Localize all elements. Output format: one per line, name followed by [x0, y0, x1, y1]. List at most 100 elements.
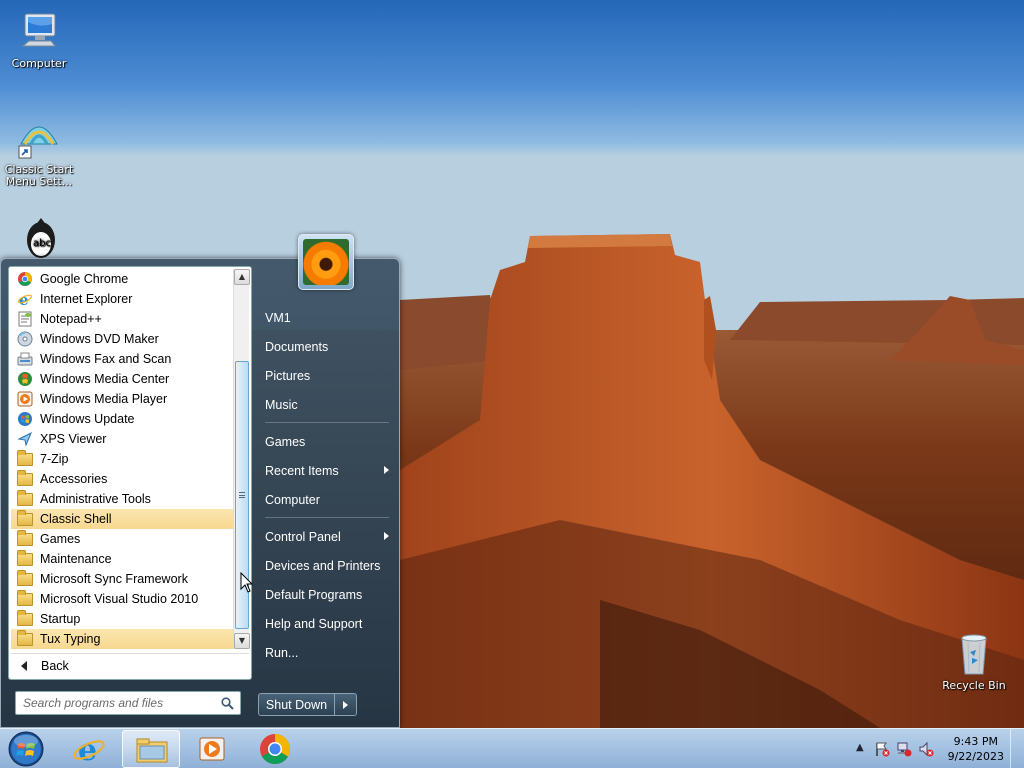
shutdown-options-button[interactable]	[335, 693, 357, 716]
start-link-label: Run...	[265, 645, 299, 660]
start-link-games[interactable]: Games	[257, 427, 397, 456]
taskbar-internet-explorer[interactable]: e	[60, 730, 118, 768]
program-label: Internet Explorer	[40, 292, 133, 306]
search-placeholder: Search programs and files	[23, 696, 164, 710]
start-link-vm1[interactable]: VM1	[257, 303, 397, 332]
start-link-devices-and-printers[interactable]: Devices and Printers	[257, 551, 397, 580]
program-item-xps-viewer[interactable]: XPS Viewer	[11, 429, 235, 449]
start-link-recent-items[interactable]: Recent Items	[257, 456, 397, 485]
desktop-icon-recycle-bin[interactable]: Recycle Bin	[936, 630, 1012, 692]
program-item-administrative-tools[interactable]: Administrative Tools	[11, 489, 235, 509]
program-item-games[interactable]: Games	[11, 529, 235, 549]
desktop-icon-tux-typing[interactable]: abc	[1, 214, 77, 264]
recycle-bin-icon	[950, 630, 998, 678]
network-icon[interactable]	[896, 741, 912, 757]
program-label: Microsoft Sync Framework	[40, 572, 188, 586]
folder-icon	[17, 470, 33, 487]
program-label: 7-Zip	[40, 452, 69, 466]
folder-icon	[17, 490, 33, 507]
show-desktop-button[interactable]	[1010, 729, 1024, 768]
start-link-control-panel[interactable]: Control Panel	[257, 522, 397, 551]
show-hidden-icons-icon[interactable]: ▲	[856, 742, 872, 758]
shutdown-group: Shut Down	[258, 693, 357, 716]
right-links-pane: VM1 Documents Pictures Music Games Recent Ite…	[257, 303, 397, 667]
taskbar-windows-media-player[interactable]	[184, 730, 242, 768]
clock[interactable]: 9:43 PM 9/22/2023	[948, 734, 1004, 764]
program-item-accessories[interactable]: Accessories	[11, 469, 235, 489]
program-item-tux-typing[interactable]: Tux Typing	[11, 629, 235, 649]
program-label: Startup	[40, 612, 81, 626]
program-item-notepad[interactable]: Notepad++	[11, 309, 235, 329]
media-player-icon	[17, 391, 33, 407]
scroll-down-button[interactable]: ▼	[234, 633, 250, 649]
taskbar-google-chrome[interactable]	[246, 730, 304, 768]
program-label: XPS Viewer	[40, 432, 107, 446]
volume-muted-icon[interactable]	[918, 741, 934, 757]
program-item-windows-media-center[interactable]: Windows Media Center	[11, 369, 235, 389]
tux-typing-icon: abc	[15, 214, 63, 262]
start-button[interactable]	[6, 730, 46, 768]
program-label: Administrative Tools	[40, 492, 151, 506]
start-menu: Google Chrome e Internet Explorer Notepad++…	[0, 258, 400, 728]
user-picture[interactable]	[298, 234, 354, 290]
folder-icon	[17, 510, 33, 527]
program-item-internet-explorer[interactable]: e Internet Explorer	[11, 289, 235, 309]
google-chrome-icon	[260, 734, 291, 765]
program-item-startup[interactable]: Startup	[11, 609, 235, 629]
clock-time: 9:43 PM	[953, 735, 998, 748]
folder-icon	[17, 450, 33, 467]
program-item-classic-shell[interactable]: Classic Shell	[11, 509, 235, 529]
start-link-music[interactable]: Music	[257, 390, 397, 419]
start-link-pictures[interactable]: Pictures	[257, 361, 397, 390]
fax-scan-icon	[17, 351, 33, 367]
start-link-label: Help and Support	[265, 616, 363, 631]
desktop-icon-label: Classic Start Menu Sett...	[4, 163, 74, 188]
scroll-up-button[interactable]: ▲	[234, 269, 250, 285]
folder-icon	[17, 530, 33, 547]
start-link-help-and-support[interactable]: Help and Support	[257, 609, 397, 638]
start-link-run[interactable]: Run...	[257, 638, 397, 667]
search-input[interactable]: Search programs and files	[15, 691, 241, 715]
programs-pane: Google Chrome e Internet Explorer Notepad++…	[8, 266, 252, 680]
start-link-computer[interactable]: Computer	[257, 485, 397, 514]
program-label: Games	[40, 532, 81, 546]
program-item-maintenance[interactable]: Maintenance	[11, 549, 235, 569]
mouse-cursor-icon	[240, 572, 254, 593]
program-label: Accessories	[40, 472, 108, 486]
start-link-label: Devices and Printers	[265, 558, 381, 573]
program-item-windows-dvd-maker[interactable]: Windows DVD Maker	[11, 329, 235, 349]
desktop-icon-computer[interactable]: Computer	[1, 8, 77, 70]
program-label: Windows Media Center	[40, 372, 170, 386]
dvd-maker-icon	[17, 331, 33, 347]
start-link-documents[interactable]: Documents	[257, 332, 397, 361]
start-link-default-programs[interactable]: Default Programs	[257, 580, 397, 609]
taskbar-windows-explorer[interactable]	[122, 730, 180, 768]
desktop-icon-classic-start-menu-settings[interactable]: Classic Start Menu Sett...	[1, 114, 77, 188]
svg-text:abc: abc	[33, 238, 51, 249]
program-item-windows-update[interactable]: Windows Update	[11, 409, 235, 429]
program-item-windows-fax-and-scan[interactable]: Windows Fax and Scan	[11, 349, 235, 369]
start-link-label: Default Programs	[265, 587, 363, 602]
menu-separator	[257, 514, 397, 522]
all-programs-list: Google Chrome e Internet Explorer Notepad++…	[11, 269, 235, 649]
shutdown-button[interactable]: Shut Down	[258, 693, 335, 716]
computer-icon	[15, 8, 63, 56]
start-link-label: Documents	[265, 339, 329, 354]
windows-media-player-icon	[199, 737, 225, 761]
back-button[interactable]: Back	[11, 653, 249, 677]
media-center-icon	[17, 371, 33, 387]
program-item-microsoft-visual-studio-2010[interactable]: Microsoft Visual Studio 2010	[11, 589, 235, 609]
program-item-7-zip[interactable]: 7-Zip	[11, 449, 235, 469]
program-label: Maintenance	[40, 552, 112, 566]
start-link-label: Computer	[265, 492, 320, 507]
shutdown-label: Shut Down	[265, 697, 328, 712]
classic-shell-icon	[15, 114, 63, 162]
action-center-flag-icon[interactable]	[874, 741, 890, 757]
program-item-windows-media-player[interactable]: Windows Media Player	[11, 389, 235, 409]
program-label: Tux Typing	[40, 632, 101, 646]
program-label: Google Chrome	[40, 272, 129, 286]
program-label: Classic Shell	[40, 512, 112, 526]
program-item-microsoft-sync-framework[interactable]: Microsoft Sync Framework	[11, 569, 235, 589]
program-label: Microsoft Visual Studio 2010	[40, 592, 199, 606]
program-item-google-chrome[interactable]: Google Chrome	[11, 269, 235, 289]
